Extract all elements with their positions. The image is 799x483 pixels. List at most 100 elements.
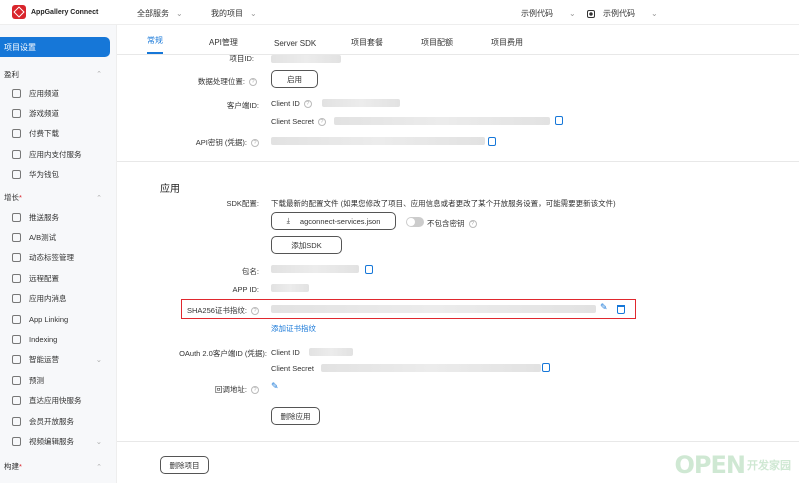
add-cert-fingerprint-link[interactable]: 添加证书指纹 [271, 323, 316, 334]
sidebar-item-app-channel[interactable]: 应用频道 [0, 83, 116, 103]
sidebar-item-indexing[interactable]: Indexing [0, 329, 116, 349]
sidebar-item-smart-ops[interactable]: 智能运营 ⌄ [0, 350, 116, 370]
delete-app-button[interactable]: 删除应用 [271, 407, 320, 425]
nav-my-projects-label: 我的项目 [211, 9, 243, 18]
sidebar-group-build[interactable]: 构建* ⌃ [0, 458, 116, 476]
sidebar-item-ab-test[interactable]: A/B测试 [0, 227, 116, 247]
help-icon: ? [251, 139, 259, 148]
sidebar-item-label: 应用内支付服务 [29, 149, 82, 159]
tab-project-plan[interactable]: 项目套餐 [351, 37, 383, 54]
sidebar-item-label: 远程配置 [29, 273, 59, 283]
copy-icon[interactable] [365, 265, 373, 274]
client-id-value [322, 99, 400, 107]
sidebar-item-in-app-message[interactable]: 应用内消息 [0, 289, 116, 309]
sidebar-item-label: App Linking [29, 314, 69, 324]
chevron-up-icon: ⌃ [96, 463, 102, 471]
sidebar-item-push[interactable]: 推送服务 [0, 207, 116, 227]
project-selector[interactable]: 示例代码 ⌄ [521, 8, 576, 19]
project-id-value [271, 55, 341, 63]
download-config-filename: agconnect-services.json [299, 216, 381, 226]
sidebar-item-paid-download[interactable]: 付费下载 [0, 124, 116, 144]
wallet-icon [12, 170, 21, 180]
oauth-client-label: OAuth 2.0客户端ID (凭据): [179, 349, 267, 358]
sidebar-item-label: 动态标签管理 [29, 253, 74, 263]
edit-icon[interactable]: ✎ [600, 302, 608, 313]
sidebar-item-label: 付费下载 [29, 129, 59, 139]
sidebar-item-app-linking[interactable]: App Linking [0, 309, 116, 329]
app-logo-text: AppGallery Connect [31, 8, 99, 16]
download-icon [12, 129, 21, 139]
help-icon: ? [468, 219, 477, 228]
sidebar-item-quick-app[interactable]: 直达应用快服务 [0, 390, 116, 410]
nav-my-projects[interactable]: 我的项目 ⌄ [211, 8, 257, 19]
delete-project-button[interactable]: 删除项目 [160, 456, 209, 474]
chevron-down-icon: ⌄ [651, 9, 658, 18]
app-id-label: APP ID: [232, 285, 259, 294]
tab-bar: 常规 API管理 Server SDK 项目套餐 项目配额 项目费用 [117, 25, 799, 55]
chevron-down-icon: ⌄ [176, 9, 183, 18]
copy-icon[interactable] [542, 363, 550, 372]
sidebar-item-label: 应用频道 [29, 88, 59, 98]
copy-icon[interactable] [488, 137, 496, 146]
copy-icon[interactable] [555, 116, 563, 125]
tab-api-management[interactable]: API管理 [209, 37, 238, 54]
project-selector-label: 示例代码 [521, 9, 553, 18]
sidebar-item-video-editor[interactable]: 视频编辑服务 ⌄ [0, 431, 116, 451]
app-logo[interactable]: AppGallery Connect [12, 5, 98, 19]
sidebar-item-remote-config[interactable]: 远程配置 [0, 268, 116, 288]
tab-general[interactable]: 常规 [147, 35, 163, 54]
chevron-down-icon: ⌄ [95, 436, 102, 446]
sidebar-group-monetize[interactable]: 盈利 ⌃ [0, 65, 116, 83]
link-icon [12, 314, 21, 324]
exclude-key-label: 不包含密钥? [427, 218, 477, 229]
sidebar-item-label: 会员开放服务 [29, 416, 74, 426]
exclude-key-toggle[interactable] [406, 217, 424, 227]
huawei-logo-icon [12, 5, 26, 19]
sidebar-item-prediction[interactable]: 预测 [0, 370, 116, 390]
sidebar-item-project-settings[interactable]: 项目设置 [0, 37, 110, 57]
required-marker: * [19, 462, 22, 472]
nav-all-services[interactable]: 全部服务 ⌄ [137, 8, 183, 19]
sidebar-item-label: 预测 [29, 375, 44, 385]
sidebar-item-label: 应用内消息 [29, 294, 67, 304]
api-key-label: API密钥 (凭据):? [196, 137, 259, 148]
member-icon [12, 416, 21, 426]
sidebar-item-label: 华为钱包 [29, 170, 59, 180]
top-bar: AppGallery Connect 全部服务 ⌄ 我的项目 ⌄ 示例代码 ⌄ 示例代… [0, 0, 799, 25]
chevron-up-icon: ⌃ [96, 71, 102, 78]
app-selector[interactable]: 示例代码 ⌄ [587, 8, 658, 19]
sidebar-item-label: 视频编辑服务 [29, 436, 74, 446]
sdk-config-label: SDK配置: [226, 199, 259, 208]
message-icon [12, 294, 21, 304]
enable-data-location-button[interactable]: 启用 [271, 70, 318, 88]
tab-project-quota[interactable]: 项目配额 [421, 37, 453, 54]
sidebar-item-iap[interactable]: 应用内支付服务 [0, 144, 116, 164]
index-icon [12, 334, 21, 344]
oauth-client-secret-value [321, 364, 541, 372]
add-sdk-button[interactable]: 添加SDK [271, 236, 342, 254]
android-icon [587, 9, 595, 18]
required-marker: * [19, 193, 22, 203]
sdk-config-description: 下载最新的配置文件 (如果您修改了项目、应用信息或者更改了某个开放服务设置，可能… [271, 199, 616, 208]
sidebar-item-label: A/B测试 [29, 233, 57, 243]
sidebar-item-wallet[interactable]: 华为钱包 [0, 165, 116, 185]
help-icon: ? [303, 99, 312, 108]
sidebar-item-label: 智能运营 [29, 355, 59, 365]
download-config-button[interactable]: ⤓ agconnect-services.json [271, 212, 396, 230]
sidebar-item-dtm[interactable]: 动态标签管理 [0, 248, 116, 268]
chevron-down-icon: ⌄ [250, 9, 257, 18]
sidebar-item-membership[interactable]: 会员开放服务 [0, 411, 116, 431]
smart-icon [12, 355, 21, 365]
sidebar-item-label: 项目设置 [4, 42, 36, 52]
client-secret-value [334, 117, 550, 125]
video-icon [12, 436, 21, 446]
sidebar-group-grow[interactable]: 增长* ⌃ [0, 189, 116, 207]
tab-project-cost[interactable]: 项目费用 [491, 37, 523, 54]
tab-server-sdk[interactable]: Server SDK [274, 39, 316, 54]
edit-icon[interactable]: ✎ [271, 381, 279, 392]
prediction-icon [12, 375, 21, 385]
config-icon [12, 273, 21, 283]
delete-icon[interactable] [617, 305, 625, 314]
app-id-value [271, 284, 309, 292]
sidebar-item-game-channel[interactable]: 游戏频道 [0, 103, 116, 123]
